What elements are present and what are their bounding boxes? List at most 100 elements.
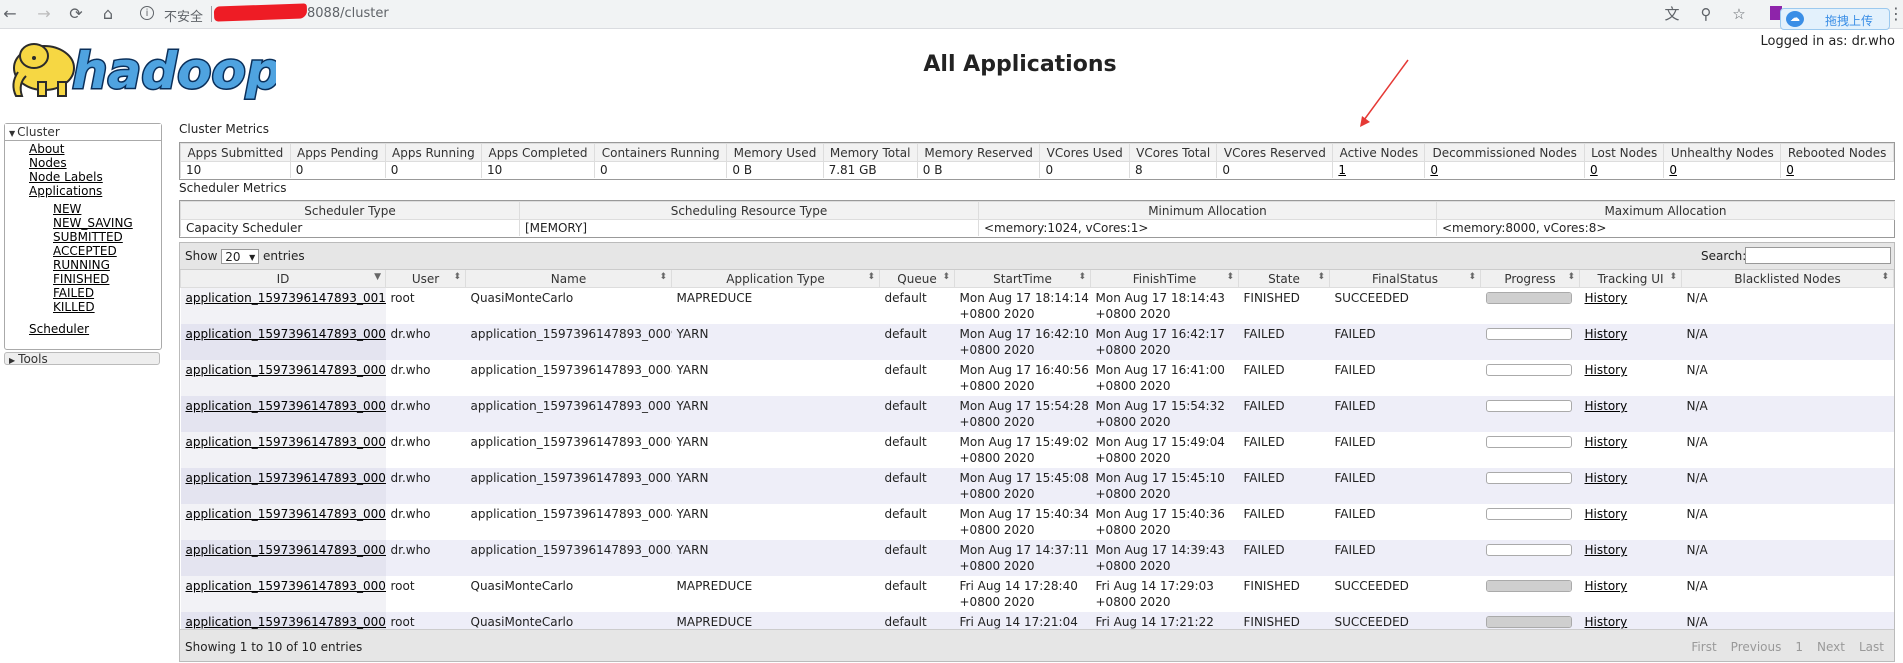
column-header-starttime[interactable]: StartTime ⬍ (954, 270, 1091, 288)
table-row[interactable]: application_1597396147893_0009 dr.who appl… (180, 324, 1894, 360)
page-length-control: Show 20 ▼ entries (185, 249, 305, 264)
metric-link-active-nodes[interactable]: 1 (1338, 163, 1346, 177)
nav-state-running[interactable]: RUNNING (53, 258, 110, 272)
nav-item-applications[interactable]: Applications (29, 184, 102, 198)
column-header-queue[interactable]: Queue ⬍ (879, 270, 955, 288)
metric-header-memory-used: Memory Used (726, 143, 824, 162)
history-link[interactable]: History (1585, 363, 1628, 377)
start-time-zone: +0800 2020 (959, 523, 1035, 537)
table-row[interactable]: application_1597396147893_0007 dr.who appl… (180, 396, 1894, 432)
star-icon[interactable]: ☆ (1729, 4, 1749, 24)
metric-link-decommissioned-nodes[interactable]: 0 (1430, 163, 1438, 177)
hadoop-logo[interactable]: hadoop hadoop (4, 32, 276, 104)
application-id-link[interactable]: application_1597396147893_0008 (186, 363, 386, 377)
address-bar-url[interactable]: 8088/cluster (307, 6, 389, 21)
column-header-name[interactable]: Name ⬍ (465, 270, 672, 288)
back-icon[interactable]: ← (0, 4, 20, 24)
reload-icon[interactable]: ⟳ (66, 4, 86, 24)
column-header-tracking-ui[interactable]: Tracking UI ⬍ (1579, 270, 1682, 288)
table-row[interactable]: application_1597396147893_0006 dr.who appl… (180, 432, 1894, 468)
metric-link-lost-nodes[interactable]: 0 (1590, 163, 1598, 177)
forward-icon[interactable]: → (34, 4, 54, 24)
pager-next[interactable]: Next (1817, 640, 1845, 654)
history-link[interactable]: History (1585, 291, 1628, 305)
cell-finish-time: Mon Aug 17 15:45:10 +0800 2020 (1090, 468, 1239, 504)
column-header-state[interactable]: State ⬍ (1238, 270, 1330, 288)
application-id-link[interactable]: application_1597396147893_0009 (186, 327, 386, 341)
redaction-mark (213, 3, 308, 22)
search-label: Search: (1701, 249, 1747, 263)
history-link[interactable]: History (1585, 507, 1628, 521)
application-id-link[interactable]: application_1597396147893_0010 (186, 291, 386, 305)
history-link[interactable]: History (1585, 615, 1628, 629)
history-link[interactable]: History (1585, 399, 1628, 413)
nav-item-nodes[interactable]: Nodes (29, 156, 67, 170)
nav-state-new[interactable]: NEW (53, 202, 81, 216)
nav-cluster-header[interactable]: ▼ Cluster (5, 124, 161, 141)
start-time-zone: +0800 2020 (959, 595, 1035, 609)
nav-state-failed[interactable]: FAILED (53, 286, 94, 300)
cell-blacklisted-nodes: N/A (1681, 432, 1894, 468)
pagination: First Previous 1 Next Last (1677, 640, 1884, 654)
column-header-finalstatus[interactable]: FinalStatus ⬍ (1329, 270, 1481, 288)
nav-item-node-labels[interactable]: Node Labels (29, 170, 103, 184)
nav-item-scheduler[interactable]: Scheduler (29, 322, 89, 336)
column-header-blacklisted-nodes[interactable]: Blacklisted Nodes ⬍ (1681, 270, 1894, 288)
nav-state-submitted[interactable]: SUBMITTED (53, 230, 123, 244)
application-id-link[interactable]: application_1597396147893_0007 (186, 399, 386, 413)
progress-bar (1485, 544, 1572, 556)
cell-name: application_1597396147893_0006 (465, 432, 672, 468)
pager-previous[interactable]: Previous (1731, 640, 1782, 654)
column-header-finishtime[interactable]: FinishTime ⬍ (1090, 270, 1239, 288)
nav-item-about[interactable]: About (29, 142, 64, 156)
table-row[interactable]: application_1597396147893_0005 dr.who appl… (180, 468, 1894, 504)
table-row[interactable]: application_1597396147893_0004 dr.who appl… (180, 504, 1894, 540)
metric-value-containers-running: 0 (593, 161, 727, 178)
column-header-id[interactable]: ID ▼ (180, 270, 386, 288)
pager-last[interactable]: Last (1859, 640, 1884, 654)
nav-state-killed[interactable]: KILLED (53, 300, 95, 314)
cell-tracking-ui: History (1579, 540, 1682, 576)
metric-link-unhealthy-nodes[interactable]: 0 (1669, 163, 1677, 177)
history-link[interactable]: History (1585, 579, 1628, 593)
history-link[interactable]: History (1585, 327, 1628, 341)
column-header-application-type[interactable]: Application Type ⬍ (671, 270, 880, 288)
scheduler-value-maximum-allocation: <memory:8000, vCores:8> (1436, 219, 1895, 236)
history-link[interactable]: History (1585, 435, 1628, 449)
translate-icon[interactable]: 文 (1662, 4, 1682, 24)
cell-name: application_1597396147893_0003 (465, 540, 672, 576)
column-header-progress[interactable]: Progress ⬍ (1480, 270, 1580, 288)
column-header-user[interactable]: User ⬍ (385, 270, 466, 288)
page-length-select[interactable]: 20 ▼ (221, 249, 260, 264)
annotation-arrow (1360, 59, 1409, 127)
zoom-icon[interactable]: ⚲ (1696, 4, 1716, 24)
application-id-link[interactable]: application_1597396147893_0001 (186, 615, 386, 629)
table-row[interactable]: application_1597396147893_0008 dr.who appl… (180, 360, 1894, 396)
nav-state-finished[interactable]: FINISHED (53, 272, 109, 286)
table-row[interactable]: application_1597396147893_0003 dr.who appl… (180, 540, 1894, 576)
table-row[interactable]: application_1597396147893_0002 root QuasiM… (180, 576, 1894, 612)
menu-icon[interactable]: ⋮ (1888, 4, 1903, 23)
upload-button[interactable]: ☁ 拖拽上传 (1780, 8, 1890, 30)
cell-tracking-ui: History (1579, 468, 1682, 504)
history-link[interactable]: History (1585, 471, 1628, 485)
application-id-link[interactable]: application_1597396147893_0004 (186, 507, 386, 521)
application-id-link[interactable]: application_1597396147893_0006 (186, 435, 386, 449)
application-id-link[interactable]: application_1597396147893_0003 (186, 543, 386, 557)
metric-link-rebooted-nodes[interactable]: 0 (1786, 163, 1794, 177)
history-link[interactable]: History (1585, 543, 1628, 557)
nav-tools-header[interactable]: ▶ Tools (4, 352, 160, 366)
application-id-link[interactable]: application_1597396147893_0005 (186, 471, 386, 485)
search-input[interactable] (1745, 247, 1891, 264)
table-row[interactable]: application_1597396147893_0010 root QuasiM… (180, 287, 1894, 324)
logged-in-label: Logged in as: dr.who (1760, 34, 1895, 49)
info-icon[interactable]: i (140, 6, 154, 20)
cell-user: dr.who (385, 504, 466, 540)
home-icon[interactable]: ⌂ (98, 4, 118, 24)
pager-first[interactable]: First (1691, 640, 1716, 654)
pager-1[interactable]: 1 (1795, 640, 1803, 654)
nav-state-new-saving[interactable]: NEW_SAVING (53, 216, 133, 230)
nav-state-accepted[interactable]: ACCEPTED (53, 244, 117, 258)
application-id-link[interactable]: application_1597396147893_0002 (186, 579, 386, 593)
metric-header-containers-running: Containers Running (593, 143, 728, 162)
